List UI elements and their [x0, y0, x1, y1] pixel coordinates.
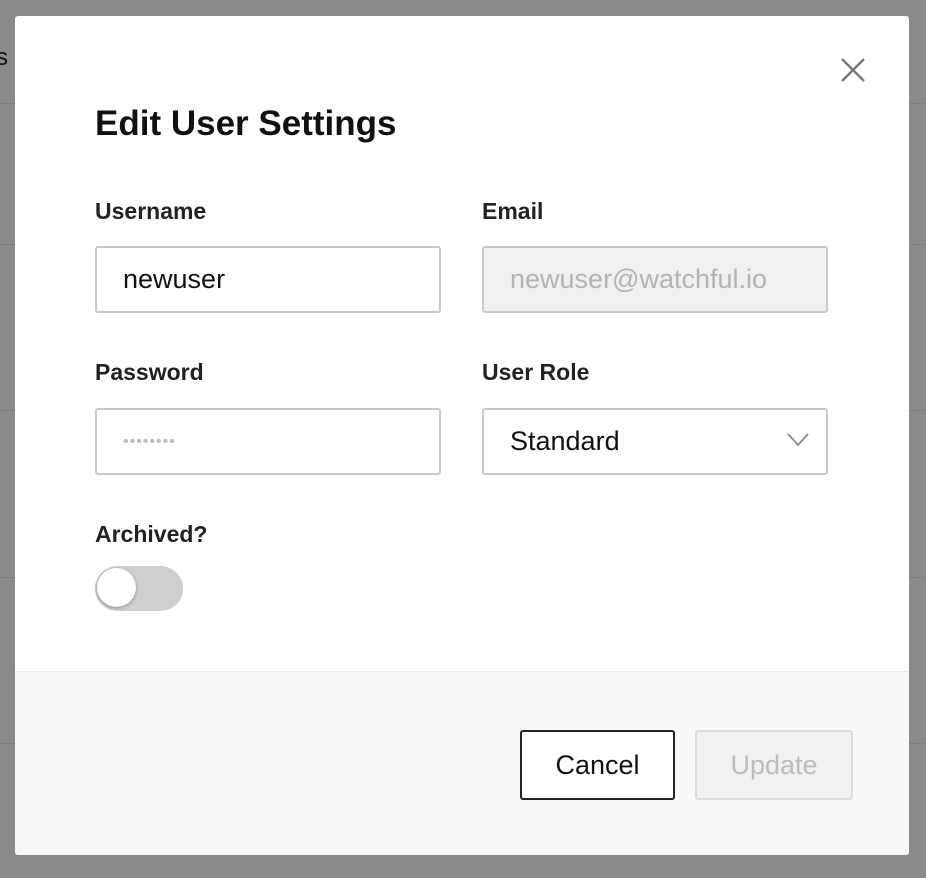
password-value: •••••••• — [123, 432, 176, 450]
email-value: newuser@watchful.io — [510, 264, 768, 294]
edit-user-modal: Edit User Settings Username newuser Emai… — [15, 16, 909, 855]
modal-footer: Cancel Update — [15, 671, 909, 855]
toggle-knob — [97, 568, 136, 607]
update-button[interactable]: Update — [695, 730, 853, 800]
user-role-label: User Role — [482, 359, 590, 385]
password-label: Password — [95, 359, 204, 385]
cancel-button[interactable]: Cancel — [520, 730, 675, 800]
email-field: newuser@watchful.io — [482, 246, 828, 313]
email-label: Email — [482, 198, 544, 224]
password-input[interactable]: •••••••• — [95, 408, 441, 475]
archived-toggle[interactable] — [95, 566, 183, 611]
user-role-value: Standard — [510, 426, 620, 456]
archived-label: Archived? — [95, 521, 208, 547]
close-icon — [841, 58, 865, 82]
user-role-select[interactable]: Standard — [482, 408, 828, 475]
chevron-down-icon — [787, 433, 809, 447]
username-label: Username — [95, 198, 207, 224]
close-button[interactable] — [839, 56, 867, 84]
username-input[interactable]: newuser — [95, 246, 441, 313]
modal-title: Edit User Settings — [95, 104, 397, 143]
username-value: newuser — [123, 264, 226, 294]
